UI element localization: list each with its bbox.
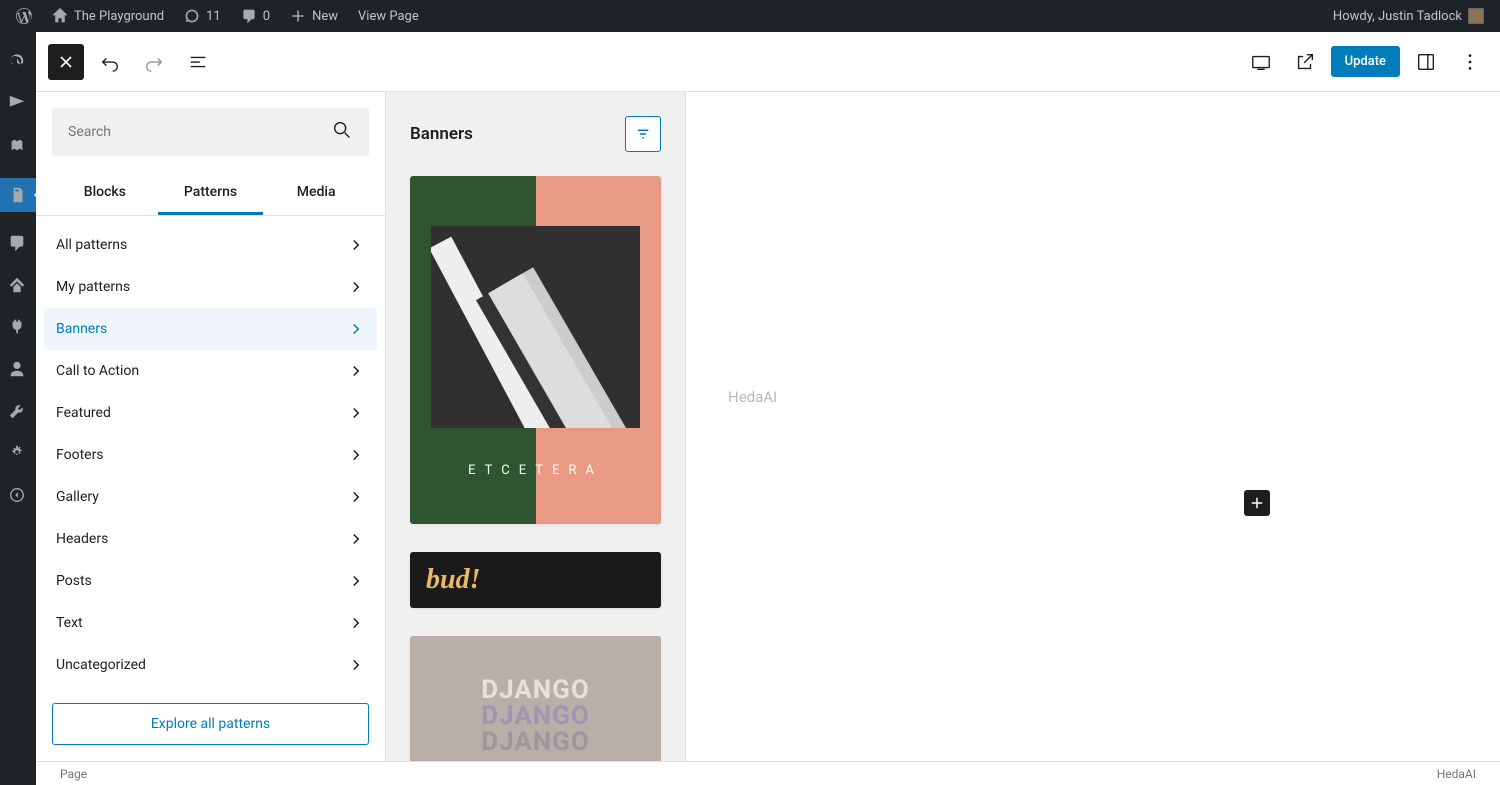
category-gallery[interactable]: Gallery xyxy=(44,476,377,518)
view-button[interactable] xyxy=(1243,44,1279,80)
category-headers[interactable]: Headers xyxy=(44,518,377,560)
tab-patterns[interactable]: Patterns xyxy=(158,172,264,215)
chevron-right-icon xyxy=(347,572,365,590)
category-featured[interactable]: Featured xyxy=(44,392,377,434)
status-bar: Page HedaAI xyxy=(36,761,1500,785)
chevron-right-icon xyxy=(347,656,365,674)
wp-logo[interactable] xyxy=(8,0,40,32)
canvas-placeholder: HedaAI xyxy=(728,388,777,406)
preview-external-button[interactable] xyxy=(1287,44,1323,80)
pattern-card[interactable]: ETCETERA xyxy=(410,176,661,524)
pattern-preview-panel: Banners ETCETERA bud! DJANGO DJANGO DJAN… xyxy=(386,92,686,761)
redo-button[interactable] xyxy=(136,44,172,80)
new-label: New xyxy=(312,9,338,24)
pattern-caption: ETCETERA xyxy=(410,463,661,478)
tools-icon[interactable] xyxy=(8,402,28,422)
category-my-patterns[interactable]: My patterns xyxy=(44,266,377,308)
view-page[interactable]: View Page xyxy=(350,0,427,32)
pattern-caption: DJANGO xyxy=(481,729,590,755)
admin-bar: The Playground 11 0 New View Page Howdy,… xyxy=(0,0,1500,32)
pattern-card[interactable]: DJANGO DJANGO DJANGO xyxy=(410,636,661,761)
chevron-right-icon xyxy=(347,446,365,464)
category-posts[interactable]: Posts xyxy=(44,560,377,602)
site-home[interactable]: The Playground xyxy=(44,0,172,32)
filter-button[interactable] xyxy=(625,116,661,152)
search-input[interactable] xyxy=(52,108,369,156)
comments[interactable]: 0 xyxy=(233,0,278,32)
pattern-card[interactable]: bud! xyxy=(410,552,661,608)
block-inserter: Blocks Patterns Media All patterns My pa… xyxy=(36,92,386,761)
tab-media[interactable]: Media xyxy=(263,172,369,215)
pattern-categories: All patterns My patterns Banners Call to… xyxy=(36,216,385,687)
updates[interactable]: 11 xyxy=(176,0,229,32)
category-text[interactable]: Text xyxy=(44,602,377,644)
explore-patterns-button[interactable]: Explore all patterns xyxy=(52,703,369,745)
pattern-caption: bud! xyxy=(426,564,480,596)
chevron-right-icon xyxy=(347,404,365,422)
add-block-button[interactable] xyxy=(1244,490,1270,516)
chevron-right-icon xyxy=(347,530,365,548)
howdy-user[interactable]: Howdy, Justin Tadlock xyxy=(1325,0,1492,32)
breadcrumb[interactable]: Page xyxy=(60,767,87,781)
comments-menu-icon[interactable] xyxy=(8,234,28,254)
tab-blocks[interactable]: Blocks xyxy=(52,172,158,215)
posts-icon[interactable] xyxy=(8,94,28,114)
admin-menu-rail xyxy=(0,32,36,785)
chevron-right-icon xyxy=(347,614,365,632)
pages-icon[interactable] xyxy=(0,178,36,212)
pattern-caption: DJANGO xyxy=(481,677,590,703)
search-icon xyxy=(331,119,353,145)
plugins-icon[interactable] xyxy=(8,318,28,338)
user-avatar xyxy=(1468,8,1484,24)
editor-toolbar: Update xyxy=(36,32,1500,92)
category-call-to-action[interactable]: Call to Action xyxy=(44,350,377,392)
category-footers[interactable]: Footers xyxy=(44,434,377,476)
update-button[interactable]: Update xyxy=(1331,46,1400,77)
updates-count: 11 xyxy=(206,9,221,24)
document-overview-button[interactable] xyxy=(180,44,216,80)
editor-canvas[interactable]: HedaAI xyxy=(686,92,1500,761)
dashboard-icon[interactable] xyxy=(8,52,28,72)
close-inserter-button[interactable] xyxy=(48,44,84,80)
new-content[interactable]: New xyxy=(282,0,346,32)
comments-count: 0 xyxy=(263,9,270,24)
chevron-right-icon xyxy=(347,362,365,380)
options-button[interactable] xyxy=(1452,44,1488,80)
chevron-right-icon xyxy=(347,320,365,338)
media-icon[interactable] xyxy=(8,136,28,156)
chevron-right-icon xyxy=(347,278,365,296)
category-all-patterns[interactable]: All patterns xyxy=(44,224,377,266)
settings-panel-button[interactable] xyxy=(1408,44,1444,80)
category-uncategorized[interactable]: Uncategorized xyxy=(44,644,377,686)
inserter-tabs: Blocks Patterns Media xyxy=(36,172,385,216)
undo-button[interactable] xyxy=(92,44,128,80)
category-banners[interactable]: Banners xyxy=(44,308,377,350)
preview-title: Banners xyxy=(410,124,473,144)
watermark: HedaAI xyxy=(1437,767,1476,781)
pattern-image xyxy=(431,226,639,428)
collapse-icon[interactable] xyxy=(8,486,28,506)
chevron-right-icon xyxy=(347,236,365,254)
pattern-caption: DJANGO xyxy=(481,703,590,729)
users-icon[interactable] xyxy=(8,360,28,380)
site-title: The Playground xyxy=(74,9,164,24)
settings-icon[interactable] xyxy=(8,444,28,464)
chevron-right-icon xyxy=(347,488,365,506)
appearance-icon[interactable] xyxy=(8,276,28,296)
